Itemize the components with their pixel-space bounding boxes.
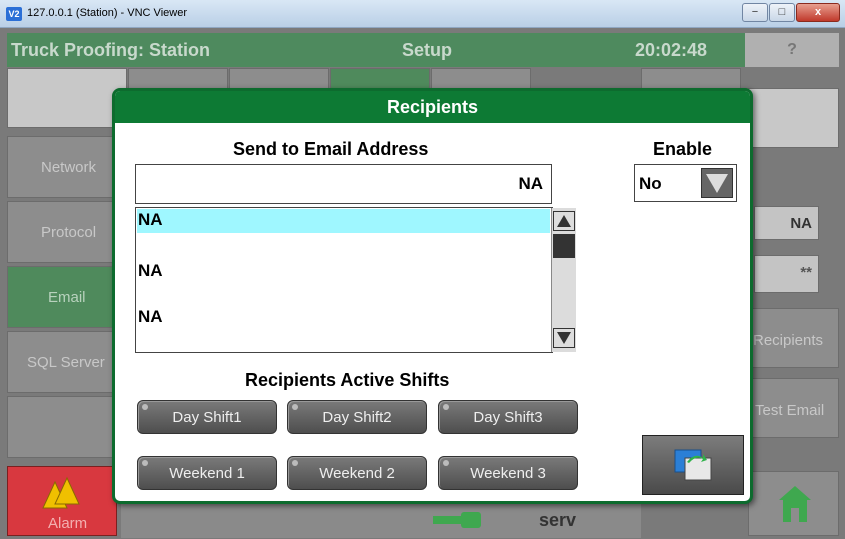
- indicator-dot: [142, 460, 148, 466]
- test-email-button[interactable]: Test Email: [748, 378, 839, 438]
- bg-tab: [128, 68, 228, 90]
- shift-label: Day Shift1: [172, 409, 242, 426]
- list-item[interactable]: NA: [137, 260, 550, 284]
- indicator-dot: [443, 460, 449, 466]
- shift-label: Weekend 2: [319, 465, 395, 482]
- dialog-title: Recipients: [115, 91, 750, 123]
- window-titlebar: V2 127.0.0.1 (Station) - VNC Viewer − □ …: [0, 0, 845, 28]
- exit-window-icon: [674, 449, 712, 481]
- app-header: Truck Proofing: Station Setup 20:02:48 ?: [7, 33, 839, 67]
- vnc-app-icon: V2: [6, 7, 22, 21]
- help-button[interactable]: ?: [745, 33, 839, 67]
- close-dialog-button[interactable]: [642, 435, 744, 495]
- shift-label: Weekend 1: [169, 465, 245, 482]
- bg-tab: [330, 68, 430, 90]
- chevron-down-icon: [706, 174, 728, 193]
- shift-label: Day Shift3: [473, 409, 543, 426]
- alarm-label: Alarm: [48, 515, 88, 532]
- home-icon: [779, 486, 811, 522]
- weekend-3-button[interactable]: Weekend 3: [438, 456, 578, 490]
- user-label: serv: [539, 510, 577, 530]
- indicator-dot: [443, 404, 449, 410]
- day-shift3-button[interactable]: Day Shift3: [438, 400, 578, 434]
- weekend-1-button[interactable]: Weekend 1: [137, 456, 277, 490]
- indicator-dot: [292, 460, 298, 466]
- day-shift1-button[interactable]: Day Shift1: [137, 400, 277, 434]
- scroll-thumb[interactable]: [553, 234, 575, 258]
- enable-value: No: [639, 174, 662, 193]
- close-window-button[interactable]: x: [796, 3, 840, 22]
- key-icon: [433, 512, 481, 528]
- alarm-button[interactable]: Alarm: [7, 466, 117, 536]
- recipients-list[interactable]: NA NA NA: [135, 207, 576, 353]
- screen-name: Setup: [402, 40, 453, 60]
- shift-label: Weekend 3: [470, 465, 546, 482]
- status-bar: serv: [121, 501, 641, 538]
- indicator-dot: [142, 404, 148, 410]
- minimize-button[interactable]: −: [742, 3, 768, 22]
- enable-select[interactable]: No: [634, 164, 737, 202]
- clock: 20:02:48: [635, 40, 708, 60]
- email-label: Send to Email Address: [233, 139, 429, 159]
- bg-tab: [641, 68, 741, 90]
- arrow-up-icon: [557, 215, 571, 227]
- bg-tab: [229, 68, 329, 90]
- enable-label: Enable: [653, 139, 713, 159]
- right-field-1: NA: [754, 206, 819, 240]
- bg-tab: [431, 68, 531, 90]
- shifts-label: Recipients Active Shifts: [245, 370, 450, 390]
- weekend-2-button[interactable]: Weekend 2: [287, 456, 427, 490]
- scroll-up-button[interactable]: [553, 211, 575, 231]
- dropdown-arrow-button[interactable]: [701, 168, 733, 198]
- bg-tile: [748, 88, 839, 148]
- sidebar-item-email[interactable]: Email: [7, 266, 117, 328]
- sidebar-item-network[interactable]: Network: [7, 136, 117, 198]
- bg-tile: [7, 396, 117, 458]
- right-field-2: **: [754, 255, 819, 293]
- list-scrollbar[interactable]: [551, 208, 576, 352]
- scroll-down-button[interactable]: [553, 328, 575, 348]
- page-title: Truck Proofing: Station: [11, 40, 211, 60]
- email-field[interactable]: NA: [135, 164, 552, 204]
- day-shift2-button[interactable]: Day Shift2: [287, 400, 427, 434]
- bg-tile: [7, 68, 127, 128]
- warning-icon: [42, 476, 80, 509]
- list-item[interactable]: NA: [137, 306, 550, 330]
- sidebar-item-protocol[interactable]: Protocol: [7, 201, 117, 263]
- window-title: 127.0.0.1 (Station) - VNC Viewer: [27, 7, 187, 19]
- recipients-dialog: Recipients Send to Email Address Enable …: [112, 88, 753, 504]
- home-button[interactable]: [748, 471, 839, 536]
- maximize-button[interactable]: □: [769, 3, 795, 22]
- indicator-dot: [292, 404, 298, 410]
- sidebar-item-sql-server[interactable]: SQL Server: [7, 331, 117, 393]
- list-item[interactable]: NA: [137, 209, 550, 233]
- recipients-button[interactable]: Recipients: [748, 308, 839, 368]
- arrow-down-icon: [557, 332, 571, 344]
- shift-label: Day Shift2: [322, 409, 392, 426]
